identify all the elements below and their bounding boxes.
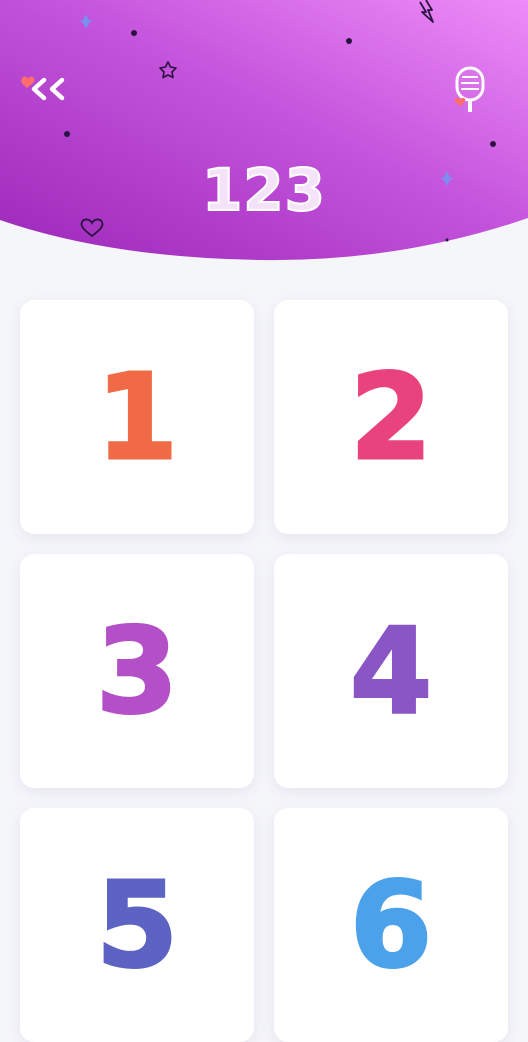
microphone-icon (454, 66, 485, 112)
number-card-2[interactable]: 2 (274, 300, 508, 534)
number-card-5[interactable]: 5 (20, 808, 254, 1042)
microphone-button[interactable] (446, 64, 494, 116)
page-title-text: 123 (201, 155, 327, 225)
number-label: 1 (94, 348, 179, 486)
page-title: 123 (0, 150, 528, 230)
number-card-1[interactable]: 1 (20, 300, 254, 534)
number-card-6[interactable]: 6 (274, 808, 508, 1042)
double-chevron-left-icon (31, 77, 65, 101)
number-label: 3 (94, 602, 179, 740)
number-label: 5 (94, 856, 179, 994)
header: 123 (0, 0, 528, 262)
back-button[interactable] (18, 70, 70, 108)
number-grid: 1 2 3 4 5 6 (20, 300, 508, 1042)
number-label: 6 (348, 856, 433, 994)
number-label: 2 (348, 348, 433, 486)
number-card-3[interactable]: 3 (20, 554, 254, 788)
number-card-4[interactable]: 4 (274, 554, 508, 788)
number-label: 4 (348, 602, 433, 740)
